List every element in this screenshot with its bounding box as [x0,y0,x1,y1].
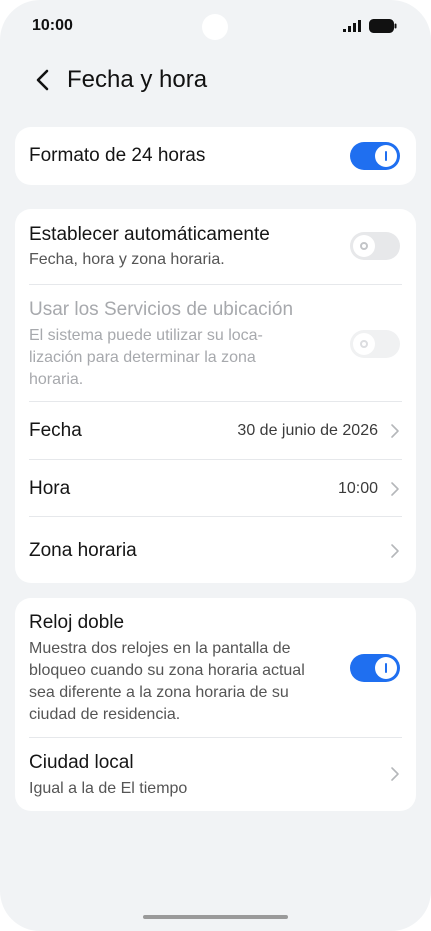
status-bar: 10:00 [0,0,431,54]
toggle-knob [375,657,397,679]
dual-clock-card: Reloj doble Muestra dos relojes en la pa… [15,598,416,811]
date-value: 30 de junio de 2026 [237,422,378,439]
timezone-row[interactable]: Zona horaria [29,516,402,582]
time-label: Hora [29,478,71,499]
chevron-right-icon [391,767,399,781]
auto-set-sublabel: Fecha, hora y zona horaria. [29,251,225,268]
format-24h-label: Formato de 24 horas [29,145,206,166]
datetime-card: Establecer automáticamente Fecha, hora y… [15,209,416,583]
toggle-knob [353,333,375,355]
status-time: 10:00 [32,17,73,34]
time-value: 10:00 [337,480,378,497]
back-button[interactable] [30,66,54,94]
dual-clock-toggle[interactable] [350,654,400,682]
date-label: Fecha [29,420,82,441]
date-row[interactable]: Fecha 30 de junio de 2026 [29,401,402,459]
location-sublabel-line: El sistema puede utilizar su loca- [29,327,263,344]
dual-clock-sublabel: Muestra dos relojes en la pantalla de bl… [29,638,339,726]
dual-clock-label: Reloj doble [29,612,125,633]
signal-bars-icon [343,20,361,32]
home-city-row[interactable]: Ciudad local Igual a la de El tiempo [29,737,402,811]
dual-clock-sublabel-line: bloqueo cuando su zona horaria actual [29,662,305,679]
location-services-toggle [350,330,400,358]
chevron-right-icon [391,482,399,496]
location-services-row: Usar los Servicios de ubicación El siste… [29,284,402,401]
camera-cutout [202,14,228,40]
location-sublabel-line: lización para determinar la zona [29,349,256,366]
battery-icon [369,19,397,33]
header: Fecha y hora [0,58,431,102]
auto-set-row[interactable]: Establecer automáticamente Fecha, hora y… [29,209,402,284]
format-24h-toggle[interactable] [350,142,400,170]
format-24h-row[interactable]: Formato de 24 horas [29,127,402,185]
location-sublabel-line: horaria. [29,371,84,388]
timezone-label: Zona horaria [29,540,137,561]
format-card: Formato de 24 horas [15,127,416,185]
home-city-label: Ciudad local [29,752,134,773]
home-indicator[interactable] [143,915,288,919]
location-services-label: Usar los Servicios de ubicación [29,299,294,320]
toggle-knob [353,235,375,257]
toggle-knob [375,145,397,167]
dual-clock-sublabel-line: sea diferente a la zona horaria de su [29,684,289,701]
dual-clock-sublabel-line: ciudad de residencia. [29,706,181,723]
location-services-sublabel: El sistema puede utilizar su loca- lizac… [29,325,329,391]
dual-clock-row[interactable]: Reloj doble Muestra dos relojes en la pa… [29,598,402,737]
chevron-right-icon [391,544,399,558]
auto-set-label: Establecer automáticamente [29,224,270,245]
auto-set-toggle[interactable] [350,232,400,260]
phone-screen: 10:00 Fecha y hora Formato de 24 horas E… [0,0,431,931]
time-row[interactable]: Hora 10:00 [29,459,402,516]
status-icons [343,19,397,33]
dual-clock-sublabel-line: Muestra dos relojes en la pantalla de [29,640,291,657]
page-title: Fecha y hora [67,66,208,93]
chevron-right-icon [391,424,399,438]
home-city-sublabel: Igual a la de El tiempo [29,780,188,797]
chevron-left-icon [36,69,49,91]
